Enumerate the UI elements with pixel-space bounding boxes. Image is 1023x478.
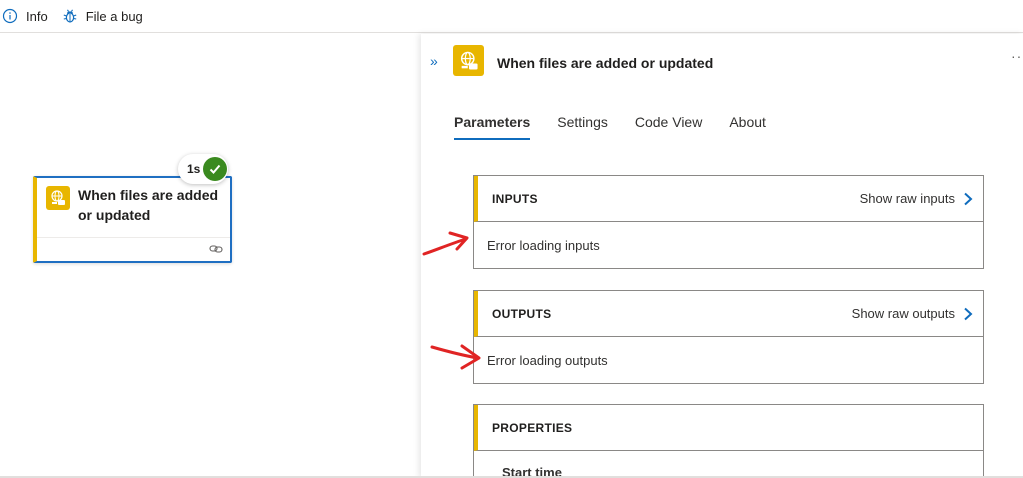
info-icon <box>2 8 18 24</box>
checkmark-icon <box>203 157 228 181</box>
node-header: When files are added or updated <box>37 178 230 238</box>
link-icon[interactable] <box>209 243 223 255</box>
inputs-header: INPUTS Show raw inputs <box>474 176 983 222</box>
bug-icon <box>63 9 77 23</box>
trigger-node[interactable]: When files are added or updated <box>33 176 232 263</box>
properties-header: PROPERTIES <box>474 405 983 451</box>
properties-section: PROPERTIES Start time <box>473 404 984 478</box>
info-button[interactable]: Info <box>2 8 48 24</box>
file-bug-label: File a bug <box>85 8 143 24</box>
file-bug-button[interactable]: File a bug <box>62 8 143 24</box>
outputs-title: OUTPUTS <box>492 306 552 321</box>
tab-about[interactable]: About <box>729 114 766 140</box>
run-status-badge: 1s <box>178 154 228 184</box>
panel-title: When files are added or updated <box>497 55 714 71</box>
outputs-section: OUTPUTS Show raw outputs Error loading o… <box>473 290 984 384</box>
panel-header: » When files are added or updated ··· <box>421 34 1023 94</box>
start-time-label: Start time <box>502 465 562 478</box>
show-raw-outputs-button[interactable]: Show raw outputs <box>852 306 973 321</box>
tab-code-view[interactable]: Code View <box>635 114 702 140</box>
chevron-right-icon <box>964 192 973 205</box>
details-panel: » When files are added or updated ··· Pa… <box>421 34 1023 478</box>
duration-text: 1s <box>187 162 201 176</box>
globe-connector-icon <box>46 186 70 210</box>
panel-tabs: Parameters Settings Code View About <box>454 114 793 140</box>
node-footer <box>37 238 230 261</box>
top-toolbar: Info File a bug <box>0 0 1023 33</box>
show-raw-inputs-label: Show raw inputs <box>859 191 955 206</box>
inputs-error-message: Error loading inputs <box>487 237 600 253</box>
outputs-header: OUTPUTS Show raw outputs <box>474 291 983 337</box>
collapse-chevrons-icon[interactable]: » <box>430 53 438 69</box>
tab-settings[interactable]: Settings <box>557 114 608 140</box>
properties-title: PROPERTIES <box>492 420 573 435</box>
globe-connector-icon <box>453 45 484 76</box>
inputs-title: INPUTS <box>492 191 538 206</box>
show-raw-inputs-button[interactable]: Show raw inputs <box>860 191 973 206</box>
inputs-section: INPUTS Show raw inputs Error loading inp… <box>473 175 984 269</box>
show-raw-outputs-label: Show raw outputs <box>851 306 955 321</box>
more-icon[interactable]: ··· <box>1011 48 1023 64</box>
info-label: Info <box>26 8 48 24</box>
outputs-error-message: Error loading outputs <box>487 352 608 368</box>
chevron-right-icon <box>964 307 973 320</box>
tab-parameters[interactable]: Parameters <box>454 114 531 140</box>
node-title: When files are added or updated <box>78 187 219 223</box>
